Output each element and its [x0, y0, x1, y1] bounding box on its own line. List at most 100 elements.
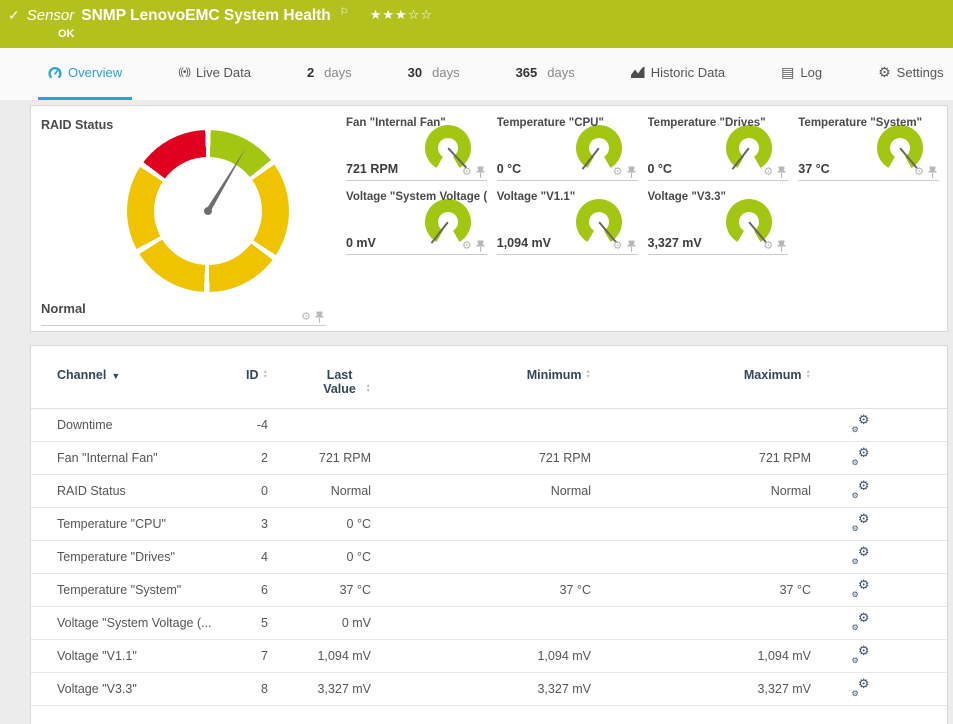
gear-icon[interactable]: ⚙ — [301, 312, 311, 323]
channel-minimum: 721 RPM — [371, 442, 591, 475]
channel-minimum: Normal — [371, 475, 591, 508]
channel-maximum — [591, 409, 811, 442]
channel-settings-icon[interactable]: ⚙⚙ — [853, 581, 870, 597]
gear-icon[interactable]: ⚙ — [613, 167, 623, 178]
raid-status-gauge-dial — [127, 130, 289, 292]
channel-last-value: Normal — [268, 475, 371, 508]
gauge-label: Voltage "V1.1" — [497, 191, 575, 203]
tab-overview[interactable]: Overview — [38, 48, 132, 100]
gauge-tile-temperature-system[interactable]: Temperature "System" 37 °C ⚙ — [798, 114, 939, 181]
page-title: SNMP LenovoEMC System Health — [81, 7, 331, 25]
tab-settings[interactable]: ⚙ Settings — [868, 48, 953, 100]
channel-settings-icon[interactable]: ⚙⚙ — [853, 548, 870, 564]
sort-icon: ▲▼ — [806, 370, 811, 379]
tab-365-days[interactable]: 365days — [506, 48, 585, 100]
chart-icon — [631, 66, 645, 79]
channel-settings-icon[interactable]: ⚙⚙ — [853, 647, 870, 663]
channel-name[interactable]: Fan "Internal Fan" — [31, 442, 231, 475]
channel-maximum — [591, 541, 811, 574]
pin-icon[interactable] — [476, 166, 485, 178]
ok-check-icon: ✓ — [8, 7, 20, 24]
tab-log[interactable]: ▤ Log — [771, 48, 832, 100]
gauge-footer: Normal ⚙ — [41, 300, 326, 326]
priority-stars[interactable]: ★★★☆☆ — [370, 7, 433, 23]
gauge-label: Fan "Internal Fan" — [346, 117, 446, 129]
channel-last-value: 0 mV — [268, 607, 371, 640]
gear-icon[interactable]: ⚙ — [763, 241, 773, 252]
channel-settings-icon[interactable]: ⚙⚙ — [853, 680, 870, 696]
pin-icon[interactable] — [777, 166, 786, 178]
channel-name[interactable]: Downtime — [31, 409, 231, 442]
column-header-id[interactable]: ID▲▼ — [231, 346, 268, 409]
tab-live-data[interactable]: ((•)) Live Data — [168, 48, 261, 100]
gauge-tile-fan-internal-fan[interactable]: Fan "Internal Fan" 721 RPM ⚙ — [346, 114, 487, 181]
channel-id: 3 — [231, 508, 268, 541]
table-row: Temperature "CPU" 3 0 °C ⚙⚙ — [31, 508, 947, 541]
channel-id: -4 — [231, 409, 268, 442]
sort-desc-icon: ▼ — [111, 371, 120, 381]
gauge-tile-voltage-v3-3[interactable]: Voltage "V3.3" 3,327 mV ⚙ — [648, 188, 789, 255]
gear-icon[interactable]: ⚙ — [462, 167, 472, 178]
gauge-tile-voltage-system[interactable]: Voltage "System Voltage (12... 0 mV ⚙ — [346, 188, 487, 255]
gauge-value: 3,327 mV — [648, 236, 702, 250]
channel-settings-icon[interactable]: ⚙⚙ — [853, 614, 870, 630]
gauge-value: 721 RPM — [346, 162, 398, 176]
channel-name[interactable]: Temperature "Drives" — [31, 541, 231, 574]
channel-maximum — [591, 607, 811, 640]
gear-icon[interactable]: ⚙ — [462, 241, 472, 252]
gauge-dial — [726, 199, 772, 245]
column-header-maximum[interactable]: Maximum▲▼ — [591, 346, 811, 409]
gauge-label: Voltage "System Voltage (12... — [346, 191, 487, 203]
channel-maximum: 1,094 mV — [591, 640, 811, 673]
gauge-tile-temperature-drives[interactable]: Temperature "Drives" 0 °C ⚙ — [648, 114, 789, 181]
table-row: Downtime -4 ⚙⚙ — [31, 409, 947, 442]
channel-last-value: 3,327 mV — [268, 673, 371, 706]
column-header-channel[interactable]: Channel▼ — [31, 346, 231, 409]
channel-settings-icon[interactable]: ⚙⚙ — [853, 416, 870, 432]
channel-minimum — [371, 409, 591, 442]
channel-name[interactable]: Voltage "V1.1" — [31, 640, 231, 673]
gauge-needle — [205, 146, 248, 213]
channel-name[interactable]: RAID Status — [31, 475, 231, 508]
gauge-value: 1,094 mV — [497, 236, 551, 250]
gauge-needle — [430, 221, 448, 244]
gauge-needle — [732, 147, 750, 170]
gauge-tile-raid-status[interactable]: RAID Status Normal ⚙ — [31, 106, 336, 331]
pin-icon[interactable] — [777, 240, 786, 252]
object-kind-label: Sensor — [27, 7, 75, 24]
flag-icon[interactable]: ⚐ — [340, 7, 349, 18]
pin-icon[interactable] — [627, 166, 636, 178]
pin-icon[interactable] — [476, 240, 485, 252]
channel-last-value: 0 °C — [268, 541, 371, 574]
table-row: Voltage "V3.3" 8 3,327 mV 3,327 mV 3,327… — [31, 673, 947, 706]
channel-maximum: 3,327 mV — [591, 673, 811, 706]
column-header-minimum[interactable]: Minimum▲▼ — [371, 346, 591, 409]
gauge-tile-voltage-v1-1[interactable]: Voltage "V1.1" 1,094 mV ⚙ — [497, 188, 638, 255]
small-gauges-grid: Fan "Internal Fan" 721 RPM ⚙ Temperature… — [346, 114, 939, 255]
gear-icon[interactable]: ⚙ — [914, 167, 924, 178]
channel-minimum: 1,094 mV — [371, 640, 591, 673]
gauge-label: Temperature "Drives" — [648, 117, 766, 129]
gear-icon[interactable]: ⚙ — [763, 167, 773, 178]
tab-2-days[interactable]: 2days — [297, 48, 362, 100]
gear-icon: ⚙ — [878, 64, 891, 81]
gauge-tile-temperature-cpu[interactable]: Temperature "CPU" 0 °C ⚙ — [497, 114, 638, 181]
gear-icon[interactable]: ⚙ — [613, 241, 623, 252]
table-row: Voltage "V1.1" 7 1,094 mV 1,094 mV 1,094… — [31, 640, 947, 673]
channel-settings-icon[interactable]: ⚙⚙ — [853, 449, 870, 465]
gauge-needle-hub — [204, 207, 212, 215]
column-header-last-value[interactable]: Last Value▲▼ — [268, 346, 371, 409]
pin-icon[interactable] — [928, 166, 937, 178]
channel-id: 2 — [231, 442, 268, 475]
channel-name[interactable]: Temperature "System" — [31, 574, 231, 607]
pin-icon[interactable] — [315, 311, 324, 323]
channel-name[interactable]: Temperature "CPU" — [31, 508, 231, 541]
tab-historic-data[interactable]: Historic Data — [621, 48, 735, 100]
tab-30-days[interactable]: 30days — [398, 48, 470, 100]
channel-settings-icon[interactable]: ⚙⚙ — [853, 515, 870, 531]
channel-name[interactable]: Voltage "V3.3" — [31, 673, 231, 706]
channel-minimum — [371, 508, 591, 541]
pin-icon[interactable] — [627, 240, 636, 252]
channel-settings-icon[interactable]: ⚙⚙ — [853, 482, 870, 498]
channel-name[interactable]: Voltage "System Voltage (... — [31, 607, 231, 640]
